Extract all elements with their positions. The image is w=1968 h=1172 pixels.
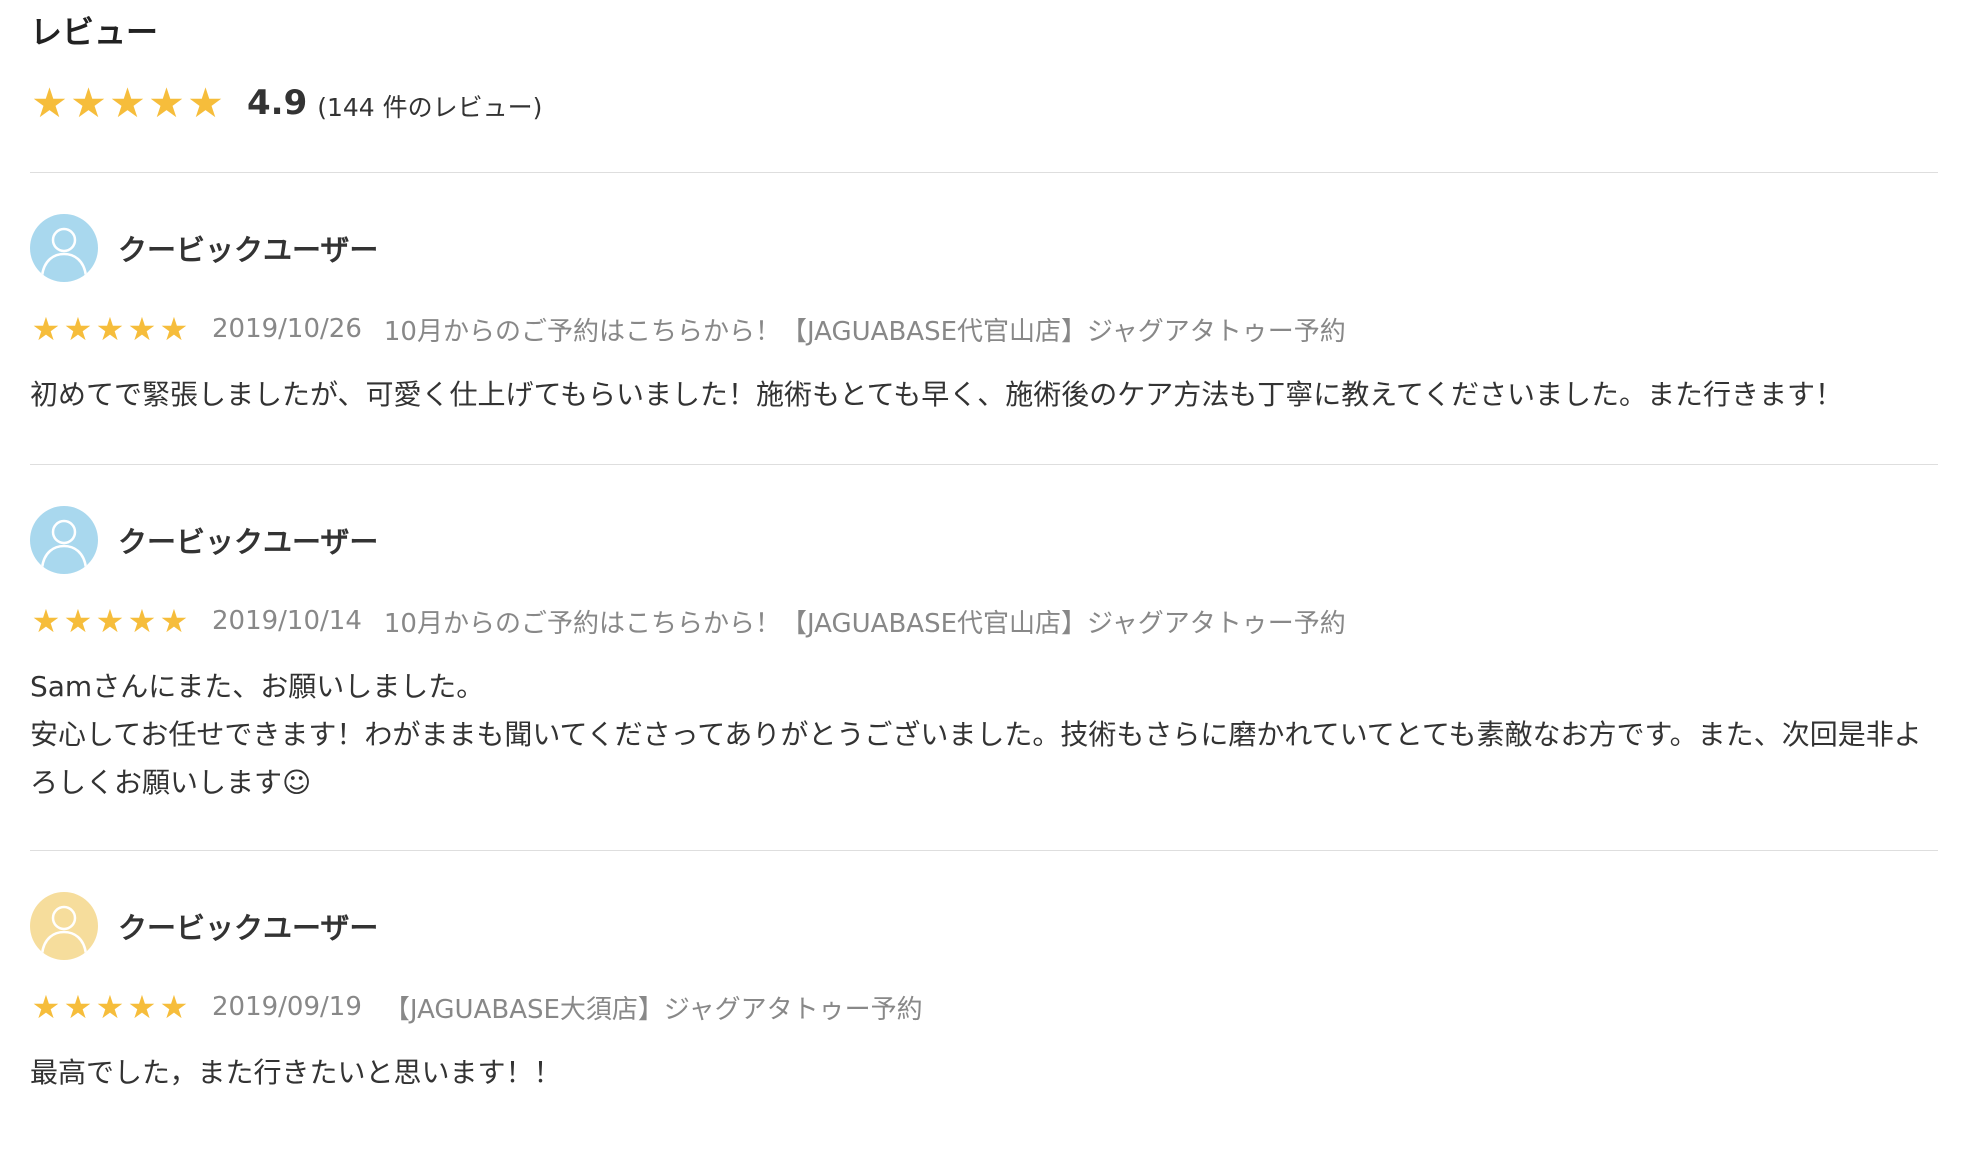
- review-meta: ★ ★ ★ ★ ★ 2019/10/14 10月からのご予約はこちらから！【JA…: [30, 601, 1938, 641]
- avatar: [30, 506, 98, 574]
- user-icon: [40, 905, 88, 955]
- star-icon: ★: [159, 988, 189, 1026]
- star-icon: ★: [63, 988, 93, 1026]
- star-icon: ★: [127, 310, 157, 348]
- review-header: クービックユーザー: [30, 213, 1938, 283]
- star-icon: ★: [31, 78, 68, 127]
- rating-summary: ★ ★ ★ ★ ★ 4.9 (144 件のレビュー): [30, 76, 1938, 130]
- star-icon: ★: [148, 78, 185, 127]
- star-icon: ★: [95, 988, 125, 1026]
- review-service: 10月からのご予約はこちらから！【JAGUABASE代官山店】ジャグアタトゥー予…: [383, 316, 1346, 347]
- star-icon: ★: [95, 602, 125, 640]
- star-icon: ★: [63, 310, 93, 348]
- star-icon: ★: [70, 78, 107, 127]
- review-text: 初めてで緊張しましたが、可愛く仕上げてもらいました！施術もとても早く、施術後のケ…: [30, 378, 1844, 411]
- review-count: (144 件のレビュー): [317, 93, 543, 122]
- review-service: 10月からのご予約はこちらから！【JAGUABASE代官山店】ジャグアタトゥー予…: [383, 608, 1346, 639]
- review-date: 2019/10/26: [212, 314, 362, 344]
- review-stars: ★ ★ ★ ★ ★: [30, 313, 190, 345]
- reviews-page: レビュー ★ ★ ★ ★ ★ 4.9 (144 件のレビュー) クービックユーザ…: [0, 0, 1968, 1172]
- star-icon: ★: [127, 602, 157, 640]
- user-icon: [40, 519, 88, 569]
- review-item: クービックユーザー ★ ★ ★ ★ ★ 2019/10/14 10月からのご予約…: [30, 465, 1938, 850]
- review-item: クービックユーザー ★ ★ ★ ★ ★ 2019/10/26 10月からのご予約…: [30, 173, 1938, 464]
- reviewer-name: クービックユーザー: [118, 525, 379, 559]
- star-icon: ★: [31, 602, 61, 640]
- review-item: クービックユーザー ★ ★ ★ ★ ★ 2019/09/19 【JAGUABAS…: [30, 851, 1938, 1097]
- star-icon: ★: [63, 602, 93, 640]
- page-title: レビュー: [30, 13, 159, 51]
- review-stars: ★ ★ ★ ★ ★: [30, 991, 190, 1023]
- reviewer-name: クービックユーザー: [118, 233, 379, 267]
- review-stars: ★ ★ ★ ★ ★: [30, 605, 190, 637]
- review-header: クービックユーザー: [30, 505, 1938, 575]
- review-meta: ★ ★ ★ ★ ★ 2019/10/26 10月からのご予約はこちらから！【JA…: [30, 309, 1938, 349]
- summary-stars: ★ ★ ★ ★ ★: [30, 78, 225, 127]
- review-meta: ★ ★ ★ ★ ★ 2019/09/19 【JAGUABASE大須店】ジャグアタ…: [30, 987, 1938, 1027]
- star-icon: ★: [31, 310, 61, 348]
- review-date: 2019/10/14: [212, 606, 362, 636]
- review-header: クービックユーザー: [30, 891, 1938, 961]
- avatar: [30, 214, 98, 282]
- review-text: Samさんにまた、お願いしました。 安心してお任せできます！わがままも聞いてくだ…: [30, 670, 1922, 799]
- star-icon: ★: [187, 78, 224, 127]
- avatar: [30, 892, 98, 960]
- review-text: 最高でした，また行きたいと思います！！: [30, 1056, 562, 1089]
- review-service: 【JAGUABASE大須店】ジャグアタトゥー予約: [383, 994, 923, 1025]
- average-rating: 4.9: [247, 83, 308, 123]
- review-date: 2019/09/19: [212, 992, 362, 1022]
- star-icon: ★: [159, 602, 189, 640]
- star-icon: ★: [159, 310, 189, 348]
- star-icon: ★: [95, 310, 125, 348]
- star-icon: ★: [31, 988, 61, 1026]
- reviewer-name: クービックユーザー: [118, 911, 379, 945]
- star-icon: ★: [127, 988, 157, 1026]
- star-icon: ★: [109, 78, 146, 127]
- user-icon: [40, 227, 88, 277]
